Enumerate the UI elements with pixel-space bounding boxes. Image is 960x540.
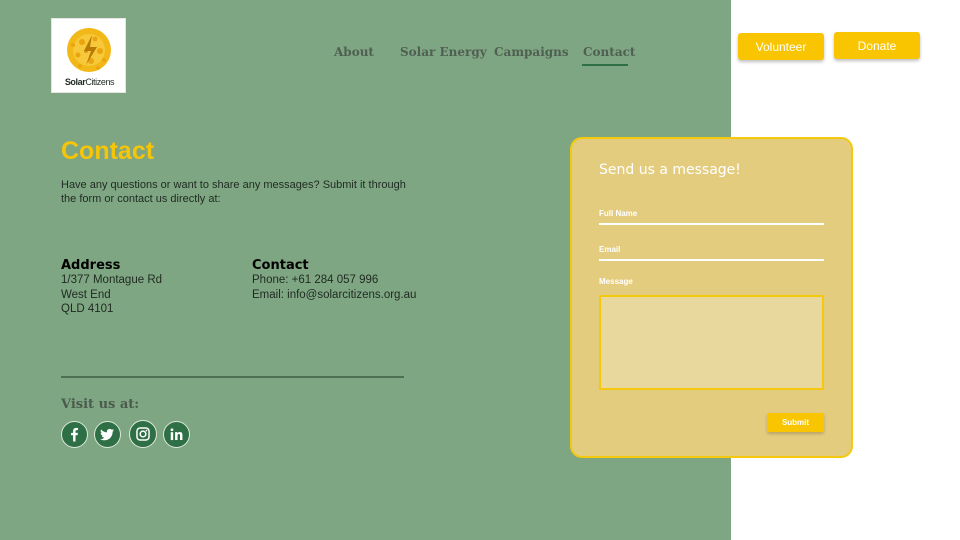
submit-button[interactable]: Submit (767, 413, 824, 432)
contact-email[interactable]: Email: info@solarcitizens.org.au (252, 288, 416, 303)
nav-item-about[interactable]: About (334, 45, 374, 59)
logo-wordmark: SolarCitizens (64, 77, 115, 87)
message-label: Message (599, 277, 633, 286)
form-title: Send us a message! (599, 162, 741, 178)
address-line-2: West End (61, 289, 111, 301)
email-underline (599, 259, 824, 261)
visit-us-label: Visit us at: (61, 397, 140, 412)
donate-button[interactable]: Donate (834, 32, 920, 59)
page: SolarCitizens About Solar Energy Campaig… (0, 0, 960, 540)
nav-item-contact[interactable]: Contact (583, 45, 635, 59)
intro-text: Have any questions or want to share any … (61, 179, 406, 205)
contact-phone[interactable]: Phone: +61 284 057 996 (252, 273, 378, 288)
full-name-input[interactable] (599, 208, 824, 222)
nav-item-solar-energy[interactable]: Solar Energy (400, 45, 487, 59)
nav-item-campaigns[interactable]: Campaigns (494, 45, 569, 59)
address-line-1: 1/377 Montague Rd (61, 274, 163, 286)
email-input[interactable] (599, 244, 824, 258)
contact-heading: Contact (252, 258, 309, 273)
address-line-3: QLD 4101 (61, 303, 114, 315)
page-title: Contact (61, 137, 155, 165)
volunteer-button[interactable]: Volunteer (738, 33, 824, 60)
full-name-underline (599, 223, 824, 225)
solar-citizens-logo[interactable]: SolarCitizens (51, 18, 126, 93)
nav-active-indicator (582, 64, 628, 66)
address-heading: Address (61, 258, 121, 273)
linkedin-icon[interactable] (163, 421, 190, 448)
instagram-icon[interactable] (129, 420, 157, 448)
section-divider (61, 376, 404, 378)
message-textarea[interactable] (599, 295, 824, 390)
sun-logo-icon (67, 28, 111, 72)
twitter-icon[interactable] (94, 421, 121, 448)
facebook-icon[interactable] (61, 421, 88, 448)
